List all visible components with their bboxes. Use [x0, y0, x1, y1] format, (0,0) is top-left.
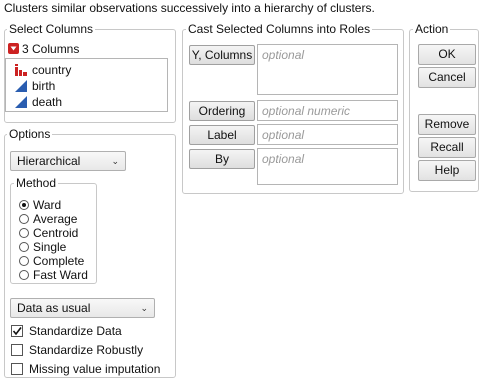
- chevron-down-icon: ⌄: [140, 303, 148, 313]
- recall-button[interactable]: Recall: [418, 137, 476, 158]
- method-ward-radio[interactable]: Ward: [19, 198, 61, 212]
- column-name: death: [32, 95, 63, 109]
- columns-listbox[interactable]: country birth death: [5, 58, 168, 112]
- method-label: Fast Ward: [33, 268, 88, 282]
- label-dropbox[interactable]: optional: [257, 124, 398, 145]
- nominal-bar-icon: [14, 64, 28, 76]
- method-average-radio[interactable]: Average: [19, 212, 77, 226]
- select-columns-title: Select Columns: [7, 22, 96, 36]
- action-title: Action: [413, 22, 451, 36]
- options-title: Options: [7, 127, 53, 141]
- cancel-button[interactable]: Cancel: [418, 67, 476, 88]
- method-title: Method: [14, 176, 59, 190]
- by-button[interactable]: By: [189, 149, 255, 169]
- checkbox-label: Standardize Data: [29, 324, 122, 338]
- checkbox-icon: [11, 344, 23, 356]
- help-button[interactable]: Help: [418, 160, 476, 181]
- method-label: Ward: [33, 198, 62, 212]
- data-handling-value: Data as usual: [17, 301, 91, 315]
- roles-title: Cast Selected Columns into Roles: [186, 22, 373, 36]
- method-label: Complete: [33, 254, 85, 268]
- method-complete-radio[interactable]: Complete: [19, 254, 84, 268]
- column-name: country: [32, 63, 72, 77]
- ordering-button[interactable]: Ordering: [189, 101, 255, 121]
- radio-icon: [19, 270, 29, 280]
- y-columns-dropbox[interactable]: optional: [257, 44, 398, 95]
- radio-icon: [19, 214, 29, 224]
- method-single-radio[interactable]: Single: [19, 240, 66, 254]
- checkbox-label: Missing value imputation: [29, 362, 161, 376]
- columns-count-header[interactable]: 3 Columns: [8, 42, 79, 56]
- continuous-triangle-icon: [14, 80, 28, 92]
- ok-button[interactable]: OK: [418, 44, 476, 65]
- radio-icon: [19, 242, 29, 252]
- checkbox-checked-icon: [11, 325, 23, 337]
- ordering-dropbox[interactable]: optional numeric: [257, 100, 398, 121]
- checkbox-icon: [11, 363, 23, 375]
- method-label: Centroid: [33, 226, 79, 240]
- standardize-data-checkbox[interactable]: Standardize Data: [11, 324, 122, 338]
- method-fast-ward-radio[interactable]: Fast Ward: [19, 268, 88, 282]
- method-label: Single: [33, 240, 67, 254]
- cluster-type-value: Hierarchical: [17, 154, 81, 168]
- continuous-triangle-icon: [14, 96, 28, 108]
- radio-icon: [19, 256, 29, 266]
- column-item-country[interactable]: country: [14, 62, 71, 78]
- red-triangle-menu-icon[interactable]: [8, 43, 19, 54]
- missing-value-imputation-checkbox[interactable]: Missing value imputation: [11, 362, 160, 376]
- dialog-description: Clusters similar observations successive…: [4, 1, 375, 15]
- checkbox-label: Standardize Robustly: [29, 343, 144, 357]
- label-button[interactable]: Label: [189, 125, 255, 145]
- remove-button[interactable]: Remove: [418, 114, 476, 135]
- radio-icon: [19, 228, 29, 238]
- chevron-down-icon: ⌄: [111, 156, 119, 166]
- y-columns-button[interactable]: Y, Columns: [189, 45, 255, 65]
- cluster-type-select[interactable]: Hierarchical ⌄: [10, 151, 126, 171]
- method-centroid-radio[interactable]: Centroid: [19, 226, 78, 240]
- column-item-birth[interactable]: birth: [14, 78, 55, 94]
- standardize-robustly-checkbox[interactable]: Standardize Robustly: [11, 343, 143, 357]
- data-handling-select[interactable]: Data as usual ⌄: [10, 298, 155, 318]
- columns-count-label: 3 Columns: [22, 42, 80, 56]
- radio-selected-icon: [19, 200, 29, 210]
- column-item-death[interactable]: death: [14, 94, 62, 110]
- column-name: birth: [32, 79, 56, 93]
- by-dropbox[interactable]: optional: [257, 148, 398, 185]
- method-label: Average: [33, 212, 78, 226]
